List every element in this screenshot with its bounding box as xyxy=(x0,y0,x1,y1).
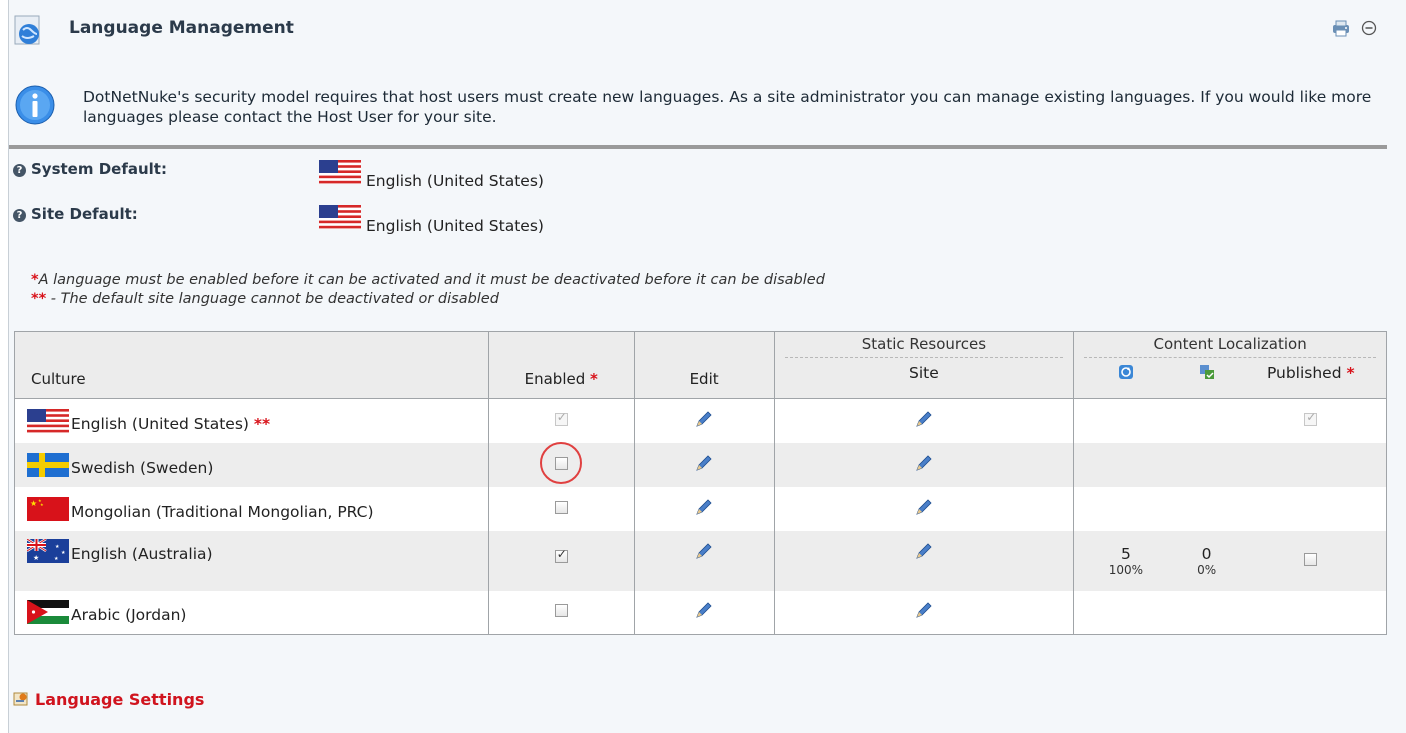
edit-pencil-icon[interactable] xyxy=(914,600,934,620)
localization-stats-cell xyxy=(1073,590,1387,635)
system-default-value: English (United States) xyxy=(366,172,544,190)
localized-pages-stat: 5 100% xyxy=(1073,530,1178,591)
culture-cell: Swedish (Sweden) xyxy=(14,442,489,487)
edit-cell xyxy=(633,486,775,531)
page-title: Language Management xyxy=(69,18,294,38)
collapse-icon[interactable] xyxy=(1361,20,1377,36)
notes: *A language must be enabled before it ca… xyxy=(31,271,825,309)
column-group-content-localization: Content Localization xyxy=(1073,331,1387,358)
enabled-cell xyxy=(487,441,635,487)
site-resources-cell xyxy=(773,442,1075,487)
settings-icon xyxy=(13,692,28,706)
edit-cell xyxy=(633,442,775,487)
column-header-translated xyxy=(1177,358,1236,399)
enabled-cell xyxy=(487,590,635,635)
us-flag-icon xyxy=(27,408,69,433)
info-icon xyxy=(15,85,55,125)
site-resources-cell xyxy=(773,398,1075,443)
edit-pencil-icon[interactable] xyxy=(694,600,714,620)
culture-cell: English (United States) ** xyxy=(14,398,489,443)
culture-cell: Arabic (Jordan) xyxy=(14,590,489,635)
australia-flag-icon: ★ ★ ★ ★ xyxy=(27,538,69,563)
column-header-refresh xyxy=(1073,358,1178,399)
svg-text:★: ★ xyxy=(55,544,60,550)
svg-text:★: ★ xyxy=(33,554,39,562)
note-enable: *A language must be enabled before it ca… xyxy=(31,272,825,288)
languages-table: Culture Enabled * Edit Static Resources … xyxy=(14,331,1387,635)
published-checkbox[interactable] xyxy=(1304,552,1318,566)
localization-stats-cell xyxy=(1073,486,1387,531)
enabled-cell: ✓ xyxy=(487,530,635,591)
published-checkbox: ✓ xyxy=(1304,409,1318,426)
edit-pencil-icon[interactable] xyxy=(914,497,934,517)
culture-cell: ★ ★ ★ ★ English (Australia) xyxy=(14,530,489,591)
site-resources-cell xyxy=(773,530,1075,591)
edit-cell xyxy=(633,590,775,635)
table-row: English (United States) ** ✓ ✓ xyxy=(14,398,1387,443)
edit-pencil-icon[interactable] xyxy=(914,409,934,429)
table-row: ★ ★ ★ ★ English (Australia) ✓ 5 100% 0 0… xyxy=(14,530,1387,591)
edit-pencil-icon[interactable] xyxy=(694,497,714,517)
column-header-published: Published * xyxy=(1235,358,1387,399)
svg-text:★: ★ xyxy=(54,556,59,562)
translate-icon xyxy=(1199,365,1214,379)
note-default: ** - The default site language cannot be… xyxy=(31,291,499,307)
localization-stats-cell xyxy=(1073,442,1387,487)
edit-cell xyxy=(633,530,775,591)
us-flag-icon xyxy=(319,205,361,229)
site-resources-cell xyxy=(773,486,1075,531)
published-cell xyxy=(1235,530,1387,591)
culture-cell: ★ ★ ★ Mongolian (Traditional Mongolian, … xyxy=(14,486,489,531)
edit-pencil-icon[interactable] xyxy=(694,453,714,473)
site-resources-cell xyxy=(773,590,1075,635)
column-header-culture: Culture xyxy=(14,331,489,399)
edit-pencil-icon[interactable] xyxy=(914,453,934,473)
print-icon[interactable] xyxy=(1331,19,1351,37)
svg-text:★: ★ xyxy=(40,502,44,507)
translated-pages-stat: 0 0% xyxy=(1197,544,1217,577)
system-default-row: ? System Default: English (United States) xyxy=(9,160,709,190)
edit-pencil-icon[interactable] xyxy=(694,409,714,429)
svg-text:★: ★ xyxy=(30,499,37,508)
column-group-static-resources: Static Resources xyxy=(773,331,1075,358)
enabled-cell: ✓ xyxy=(487,398,635,443)
enabled-checkbox[interactable] xyxy=(554,604,568,618)
info-message: DotNetNuke's security model requires tha… xyxy=(83,88,1372,126)
us-flag-icon xyxy=(319,160,361,184)
site-default-label: ? Site Default: xyxy=(13,205,138,223)
enabled-cell xyxy=(487,486,635,531)
edit-cell xyxy=(633,398,775,443)
column-header-site: Site xyxy=(773,358,1075,399)
sweden-flag-icon xyxy=(27,452,69,477)
edit-pencil-icon[interactable] xyxy=(914,541,934,561)
globe-icon xyxy=(14,15,40,45)
enabled-checkbox[interactable] xyxy=(539,441,582,484)
column-header-edit: Edit xyxy=(633,331,775,399)
svg-text:★: ★ xyxy=(61,550,66,556)
jordan-flag-icon xyxy=(27,600,69,625)
enabled-checkbox: ✓ xyxy=(554,409,568,426)
edit-pencil-icon[interactable] xyxy=(694,541,714,561)
china-flag-icon: ★ ★ ★ xyxy=(27,496,69,521)
highlight-circle xyxy=(539,441,582,484)
table-row: Swedish (Sweden) xyxy=(14,441,1387,487)
divider xyxy=(9,145,1387,149)
module-header: Language Management xyxy=(9,0,1399,60)
site-default-value: English (United States) xyxy=(366,217,544,235)
refresh-icon xyxy=(1118,365,1133,379)
table-row: Arabic (Jordan) xyxy=(14,590,1387,635)
language-settings-link[interactable]: Language Settings xyxy=(13,690,204,711)
published-cell: ✓ xyxy=(1235,398,1387,443)
localization-stats-cell xyxy=(1073,398,1236,443)
language-management-module: Language Management DotNetNuke's securit… xyxy=(8,0,1406,733)
system-default-label: ? System Default: xyxy=(13,160,167,178)
site-default-row: ? Site Default: English (United States) xyxy=(9,205,709,235)
help-icon[interactable]: ? xyxy=(13,209,26,222)
column-header-enabled: Enabled * xyxy=(487,331,635,399)
enabled-checkbox[interactable] xyxy=(554,500,568,514)
table-row: ★ ★ ★ Mongolian (Traditional Mongolian, … xyxy=(14,486,1387,531)
enabled-checkbox[interactable]: ✓ xyxy=(554,547,568,563)
help-icon[interactable]: ? xyxy=(13,164,26,177)
